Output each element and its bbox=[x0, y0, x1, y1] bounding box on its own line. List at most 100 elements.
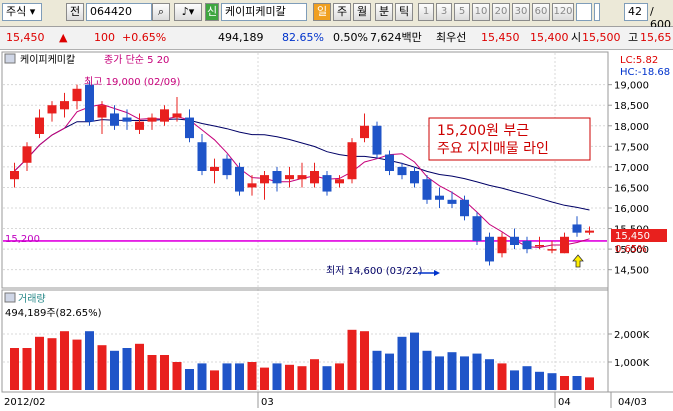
candle-body bbox=[35, 117, 44, 134]
open-price: 15,500 bbox=[582, 31, 621, 44]
price-tick-label: 14,500 bbox=[614, 266, 649, 277]
indicator-label: 종가 단순 5 20 bbox=[104, 54, 169, 66]
price-tick-label: 17,500 bbox=[614, 142, 649, 153]
annotation-line-2: 주요 지지매물 라인 bbox=[437, 141, 549, 157]
interval-120-button[interactable]: 120 bbox=[552, 3, 574, 21]
price-tick-label: 16,000 bbox=[614, 204, 649, 215]
period-minute-button[interactable]: 분 bbox=[375, 3, 393, 21]
period-week-button[interactable]: 주 bbox=[333, 3, 351, 21]
volume-bar bbox=[297, 366, 307, 390]
candle-body bbox=[347, 142, 357, 180]
candle-body bbox=[522, 240, 532, 250]
stock-code-input[interactable]: 064420 bbox=[86, 3, 152, 21]
interval-5-button[interactable]: 5 bbox=[454, 3, 470, 21]
interval-20-button[interactable]: 20 bbox=[492, 3, 510, 21]
period-day-button[interactable]: 일 bbox=[313, 3, 331, 21]
candle-body bbox=[22, 146, 32, 163]
x-label-last: 04/03 bbox=[618, 397, 647, 408]
magnifier-icon[interactable]: ⌕ bbox=[152, 3, 170, 21]
max-label: 최고 19,000 (02/09) bbox=[84, 76, 180, 88]
volume-bar bbox=[372, 350, 382, 390]
price-tick-label: 18,000 bbox=[614, 122, 649, 133]
x-label-feb: 2012/02 bbox=[4, 397, 46, 408]
candle-body bbox=[122, 117, 132, 122]
last-price-label: 15,450 bbox=[615, 231, 650, 242]
volume-bar bbox=[185, 369, 194, 390]
volume-bar bbox=[510, 370, 519, 390]
candle-body bbox=[385, 154, 394, 171]
candle-body bbox=[247, 183, 257, 188]
stock-chart[interactable]: 14,50015,00015,50016,00016,50017,00017,5… bbox=[0, 50, 673, 411]
quote-bar: 15,450 ▲ 100 +0.65% 494,189 82.65% 0.50%… bbox=[0, 27, 673, 50]
volume-bar bbox=[572, 376, 582, 390]
volume-bar bbox=[210, 370, 219, 390]
interval-60-button[interactable]: 60 bbox=[532, 3, 550, 21]
candle-body bbox=[210, 166, 219, 171]
candle-body bbox=[397, 166, 407, 176]
interval-1-button[interactable]: 1 bbox=[418, 3, 434, 21]
period-tick-button[interactable]: 틱 bbox=[395, 3, 413, 21]
period-month-button[interactable]: 월 bbox=[353, 3, 371, 21]
candle-body bbox=[497, 236, 507, 254]
interval-3-button[interactable]: 3 bbox=[436, 3, 452, 21]
candle-body bbox=[197, 142, 207, 171]
candle-body bbox=[185, 117, 194, 139]
volume-bar bbox=[285, 364, 294, 390]
volume-bar bbox=[447, 352, 457, 390]
panel-menu-icon[interactable] bbox=[4, 53, 16, 64]
support-label: 15,200 bbox=[5, 234, 40, 245]
candle-body bbox=[410, 171, 419, 184]
candle-body bbox=[172, 113, 182, 118]
volume-bar bbox=[335, 363, 344, 390]
candle-body bbox=[585, 230, 594, 233]
change-percent: +0.65% bbox=[122, 31, 167, 44]
candle-body bbox=[560, 236, 569, 254]
high-label: 고 bbox=[628, 31, 639, 44]
speaker-icon[interactable]: ♪▾ bbox=[174, 3, 202, 21]
candle-body bbox=[422, 179, 432, 200]
up-arrow-icon: ▲ bbox=[59, 31, 68, 44]
candle-body bbox=[360, 125, 369, 139]
interval-custom-input[interactable] bbox=[576, 3, 592, 21]
new-badge[interactable]: 신 bbox=[205, 3, 219, 21]
volume-bar bbox=[585, 377, 594, 390]
market-label: 주식 bbox=[6, 5, 27, 18]
candle-body bbox=[47, 105, 57, 114]
volume-bar bbox=[547, 373, 557, 390]
volume-bar bbox=[22, 348, 32, 390]
interval-30-button[interactable]: 30 bbox=[512, 3, 530, 21]
volume-bar bbox=[122, 348, 132, 390]
interval-10-button[interactable]: 10 bbox=[472, 3, 490, 21]
company-name-field[interactable]: 케이피케미칼 bbox=[221, 3, 307, 21]
volume-bar bbox=[47, 338, 57, 390]
candle-body bbox=[285, 175, 294, 180]
best-quote-label: 최우선 bbox=[436, 31, 467, 44]
volume-bar bbox=[97, 345, 107, 390]
candle-body bbox=[110, 113, 119, 126]
market-select[interactable]: 주식 ▾ bbox=[2, 3, 42, 21]
volume-title: 거래량 bbox=[18, 293, 46, 305]
volume-menu-icon[interactable] bbox=[4, 292, 16, 303]
volume-bar bbox=[72, 339, 82, 390]
x-label-mar: 03 bbox=[261, 397, 274, 408]
candle-body bbox=[535, 245, 544, 247]
volume-bar bbox=[35, 336, 44, 390]
price-tick-label: 16,500 bbox=[614, 183, 649, 194]
candle-body bbox=[310, 171, 319, 184]
x-label-apr: 04 bbox=[558, 397, 571, 408]
min-label: 최저 14,600 (03/22) bbox=[326, 265, 422, 277]
volume-bar bbox=[310, 359, 319, 390]
candle-body bbox=[260, 175, 269, 184]
volume-bar bbox=[197, 363, 207, 390]
price-tick-label: 19,000 bbox=[614, 81, 649, 92]
candle-body bbox=[72, 88, 82, 102]
volume-bar bbox=[497, 363, 507, 390]
volume-bar bbox=[247, 362, 257, 390]
volume-bar bbox=[160, 355, 169, 390]
candle-body bbox=[85, 84, 94, 122]
count-input[interactable]: 42 bbox=[624, 3, 648, 21]
candle-body bbox=[335, 179, 344, 184]
candle-body bbox=[572, 224, 582, 233]
scroll-handle[interactable] bbox=[594, 3, 600, 21]
jeon-button[interactable]: 전 bbox=[66, 3, 84, 21]
